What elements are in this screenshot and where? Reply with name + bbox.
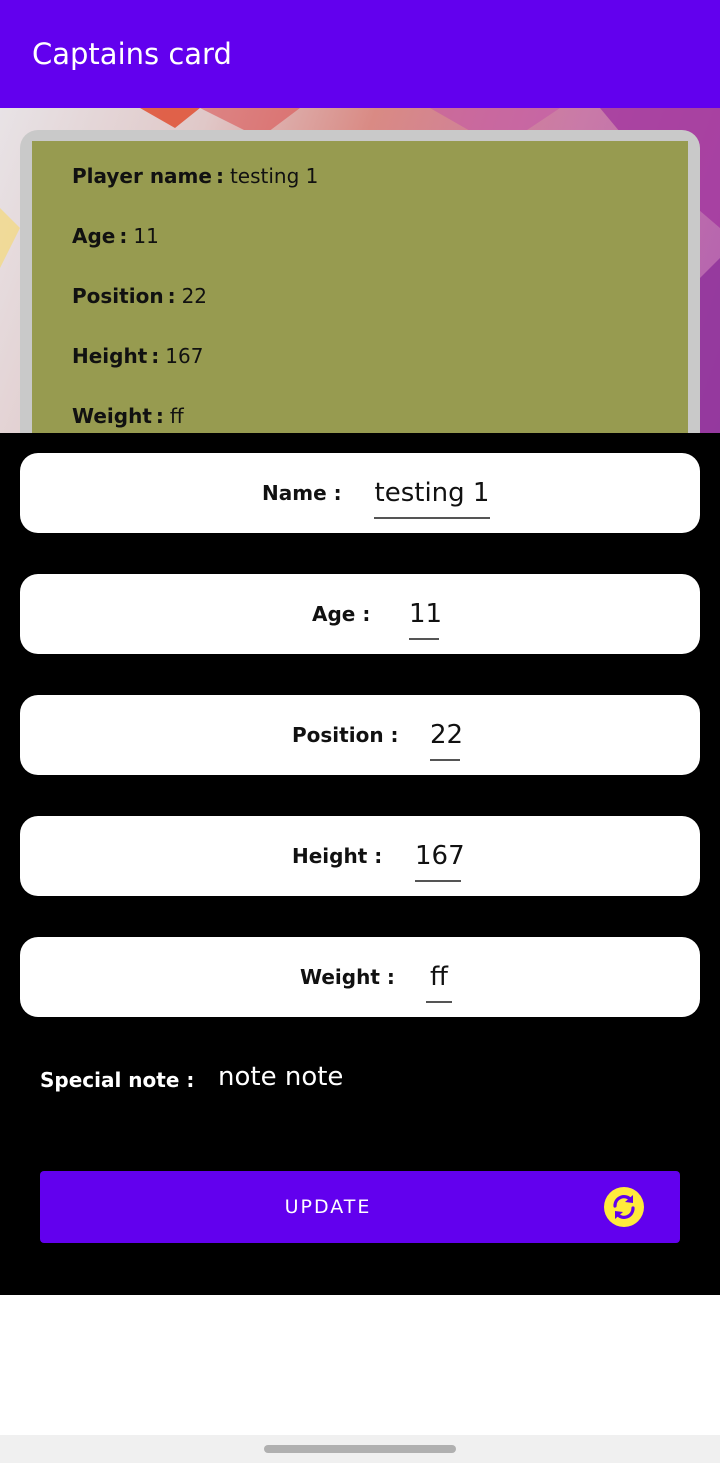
special-note-label: Special note : bbox=[40, 1068, 195, 1092]
card-separator: : bbox=[155, 404, 164, 428]
card-separator: : bbox=[167, 284, 176, 308]
app-bar: Captains card bbox=[0, 0, 720, 108]
position-label: Position : bbox=[292, 723, 399, 747]
age-input[interactable]: 11 bbox=[409, 596, 442, 640]
card-height-value: 167 bbox=[165, 344, 204, 368]
empty-area bbox=[0, 1295, 720, 1435]
age-field-card: Age : 11 bbox=[20, 574, 700, 654]
height-label: Height : bbox=[292, 844, 383, 868]
height-input[interactable]: 167 bbox=[415, 838, 465, 882]
special-note-input[interactable]: note note bbox=[218, 1062, 343, 1092]
name-label: Name : bbox=[262, 481, 342, 505]
card-age-value: 11 bbox=[133, 224, 159, 248]
card-weight-row: Weight: ff bbox=[72, 404, 184, 428]
card-height-label: Height bbox=[72, 344, 148, 368]
card-position-row: Position:22 bbox=[72, 284, 207, 308]
card-weight-label: Weight bbox=[72, 404, 152, 428]
update-button[interactable]: UPDATE bbox=[40, 1171, 680, 1243]
weight-field-card: Weight : ff bbox=[20, 937, 700, 1017]
name-input[interactable]: testing 1 bbox=[374, 475, 490, 519]
card-separator: : bbox=[119, 224, 128, 248]
name-field-card: Name : testing 1 bbox=[20, 453, 700, 533]
card-player-name-row: Player name: testing 1 bbox=[72, 164, 318, 188]
card-position-label: Position bbox=[72, 284, 164, 308]
card-height-row: Height:167 bbox=[72, 344, 203, 368]
edit-form-sheet: Name : testing 1 Age : 11 Position : 22 … bbox=[0, 433, 720, 1295]
card-weight-value: ff bbox=[169, 404, 184, 428]
card-separator: : bbox=[151, 344, 160, 368]
card-separator: : bbox=[215, 164, 224, 188]
card-age-row: Age:11 bbox=[72, 224, 159, 248]
weight-input[interactable]: ff bbox=[426, 959, 452, 1003]
card-position-value: 22 bbox=[181, 284, 208, 308]
card-player-name-value: testing 1 bbox=[229, 164, 319, 188]
app-title: Captains card bbox=[32, 37, 232, 71]
position-input[interactable]: 22 bbox=[430, 717, 463, 761]
age-label: Age : bbox=[312, 602, 371, 626]
card-age-label: Age bbox=[72, 224, 116, 248]
system-navigation-bar bbox=[0, 1435, 720, 1463]
gesture-handle[interactable] bbox=[264, 1445, 456, 1453]
card-player-name-label: Player name bbox=[72, 164, 212, 188]
update-button-label: UPDATE bbox=[284, 1196, 372, 1218]
position-field-card: Position : 22 bbox=[20, 695, 700, 775]
weight-label: Weight : bbox=[300, 965, 395, 989]
app-screen: Captains card Player name: testing 1 Age:… bbox=[0, 0, 720, 1463]
refresh-icon bbox=[604, 1187, 644, 1227]
height-field-card: Height : 167 bbox=[20, 816, 700, 896]
